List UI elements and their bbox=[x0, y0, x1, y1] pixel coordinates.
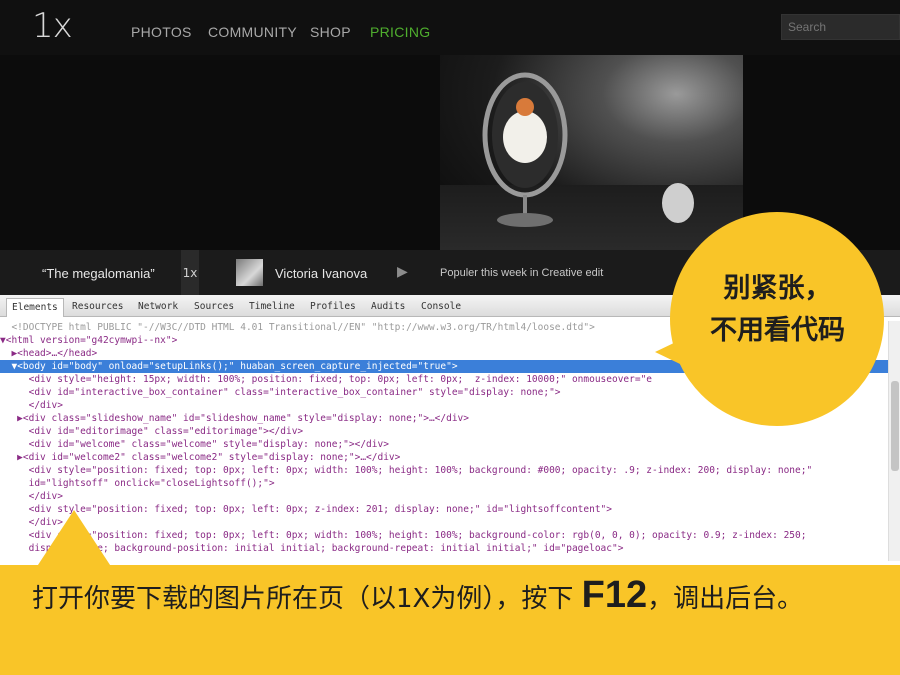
tab-elements[interactable]: Elements bbox=[6, 298, 64, 317]
search-input[interactable] bbox=[781, 14, 900, 40]
nav-community[interactable]: COMMUNITY bbox=[208, 24, 297, 40]
f12-key: F12 bbox=[581, 574, 648, 616]
photo-title[interactable]: “The megalomania” bbox=[42, 266, 155, 281]
nav-shop[interactable]: SHOP bbox=[310, 24, 351, 40]
instruction-text: 打开你要下载的图片所在页（以1X为例），按下 F12，调出后台。 bbox=[32, 573, 892, 621]
instruction-part-2: ，调出后台。 bbox=[647, 584, 804, 614]
site-logo[interactable]: 1x bbox=[32, 6, 73, 46]
tab-timeline[interactable]: Timeline bbox=[249, 301, 295, 312]
bubble-line-2: 不用看代码 bbox=[710, 315, 845, 346]
dom-line[interactable]: <div style="position: fixed; top: 0px; l… bbox=[0, 503, 888, 516]
dom-line[interactable]: <div style="position: fixed; top: 0px; l… bbox=[0, 464, 888, 477]
bubble-text: 别紧张， 不用看代码 bbox=[680, 268, 875, 352]
tab-profiles[interactable]: Profiles bbox=[310, 301, 356, 312]
tab-console[interactable]: Console bbox=[421, 301, 461, 312]
instruction-part-1: 打开你要下载的图片所在页（以1X为例），按下 bbox=[32, 584, 582, 614]
dom-line[interactable]: <div id="welcome" class="welcome" style=… bbox=[0, 438, 888, 451]
dom-line[interactable]: </div> bbox=[0, 516, 888, 529]
instruction-banner: 打开你要下载的图片所在页（以1X为例），按下 F12，调出后台。 bbox=[0, 565, 900, 675]
popular-text: Populer this week in Creative edit bbox=[440, 267, 604, 279]
tab-audits[interactable]: Audits bbox=[371, 301, 405, 312]
dom-line[interactable]: </div> bbox=[0, 490, 888, 503]
featured-photo[interactable] bbox=[440, 55, 743, 250]
author-name[interactable]: Victoria Ivanova bbox=[275, 266, 367, 281]
tab-sources[interactable]: Sources bbox=[194, 301, 234, 312]
scrollbar-thumb[interactable] bbox=[891, 381, 899, 471]
tab-network[interactable]: Network bbox=[138, 301, 178, 312]
site-header: 1x PHOTOS COMMUNITY SHOP PRICING bbox=[0, 0, 900, 55]
tab-resources[interactable]: Resources bbox=[72, 301, 123, 312]
devtools-scrollbar[interactable] bbox=[888, 321, 900, 561]
nav-pricing[interactable]: PRICING bbox=[370, 24, 430, 40]
play-icon[interactable]: ▶ bbox=[397, 263, 408, 280]
bubble-line-1: 别紧张， bbox=[723, 273, 832, 304]
dom-line[interactable]: ▶<div id="welcome2" class="welcome2" sty… bbox=[0, 451, 888, 464]
author-avatar[interactable] bbox=[236, 259, 263, 286]
mirror-chick-illustration bbox=[482, 72, 694, 227]
dom-line[interactable]: id="lightsoff" onclick="closeLightsoff()… bbox=[0, 477, 888, 490]
1x-badge: 1x bbox=[181, 250, 199, 295]
nav-photos[interactable]: PHOTOS bbox=[131, 24, 192, 40]
dom-line[interactable]: <div style="position: fixed; top: 0px; l… bbox=[0, 529, 888, 542]
banner-pointer bbox=[36, 510, 112, 568]
dom-line[interactable]: display: none; background-position: init… bbox=[0, 542, 888, 555]
dom-line[interactable]: <div id="editorimage" class="editorimage… bbox=[0, 425, 888, 438]
